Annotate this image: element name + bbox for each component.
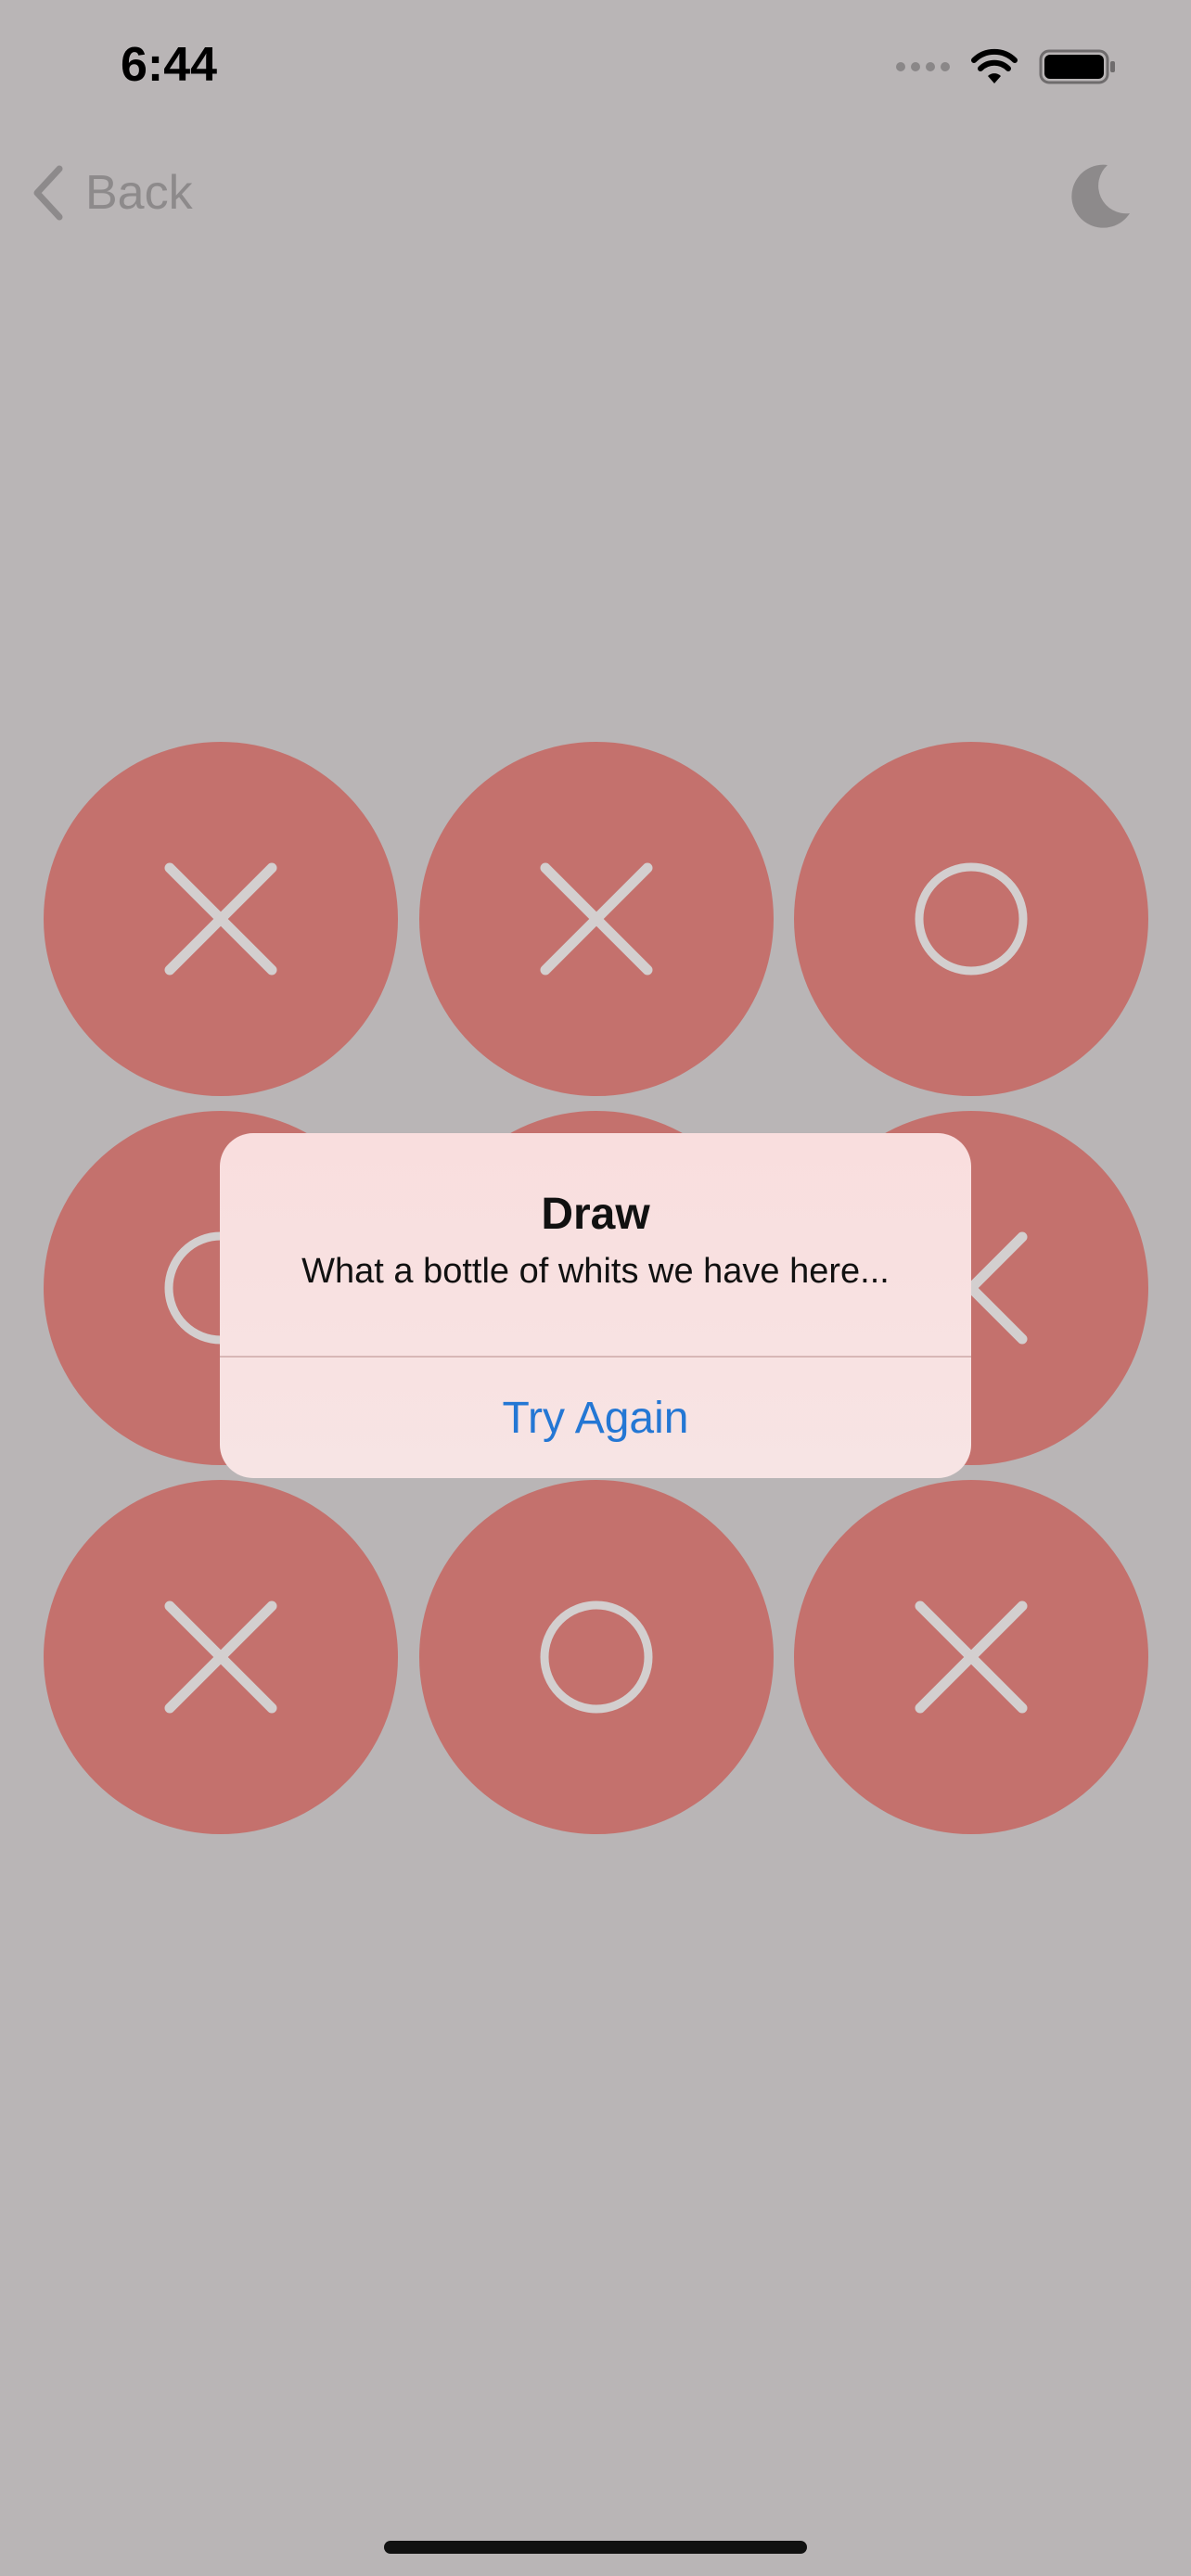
board-cell-8[interactable]	[419, 1480, 774, 1834]
x-mark-icon	[164, 862, 277, 976]
alert-dialog: Draw What a bottle of whits we have here…	[220, 1133, 971, 1478]
x-mark-icon	[540, 862, 653, 976]
x-mark-icon	[915, 1600, 1028, 1714]
o-mark-icon	[540, 1600, 653, 1714]
board-cell-3[interactable]	[794, 742, 1148, 1096]
board-cell-7[interactable]	[44, 1480, 398, 1834]
board-cell-1[interactable]	[44, 742, 398, 1096]
x-mark-icon	[164, 1600, 277, 1714]
alert-title: Draw	[541, 1190, 650, 1239]
home-indicator	[384, 2541, 807, 2554]
o-mark-icon	[915, 862, 1028, 976]
alert-message: What a bottle of whits we have here...	[301, 1252, 890, 1291]
try-again-button[interactable]: Try Again	[220, 1358, 971, 1478]
board-cell-2[interactable]	[419, 742, 774, 1096]
board-cell-9[interactable]	[794, 1480, 1148, 1834]
